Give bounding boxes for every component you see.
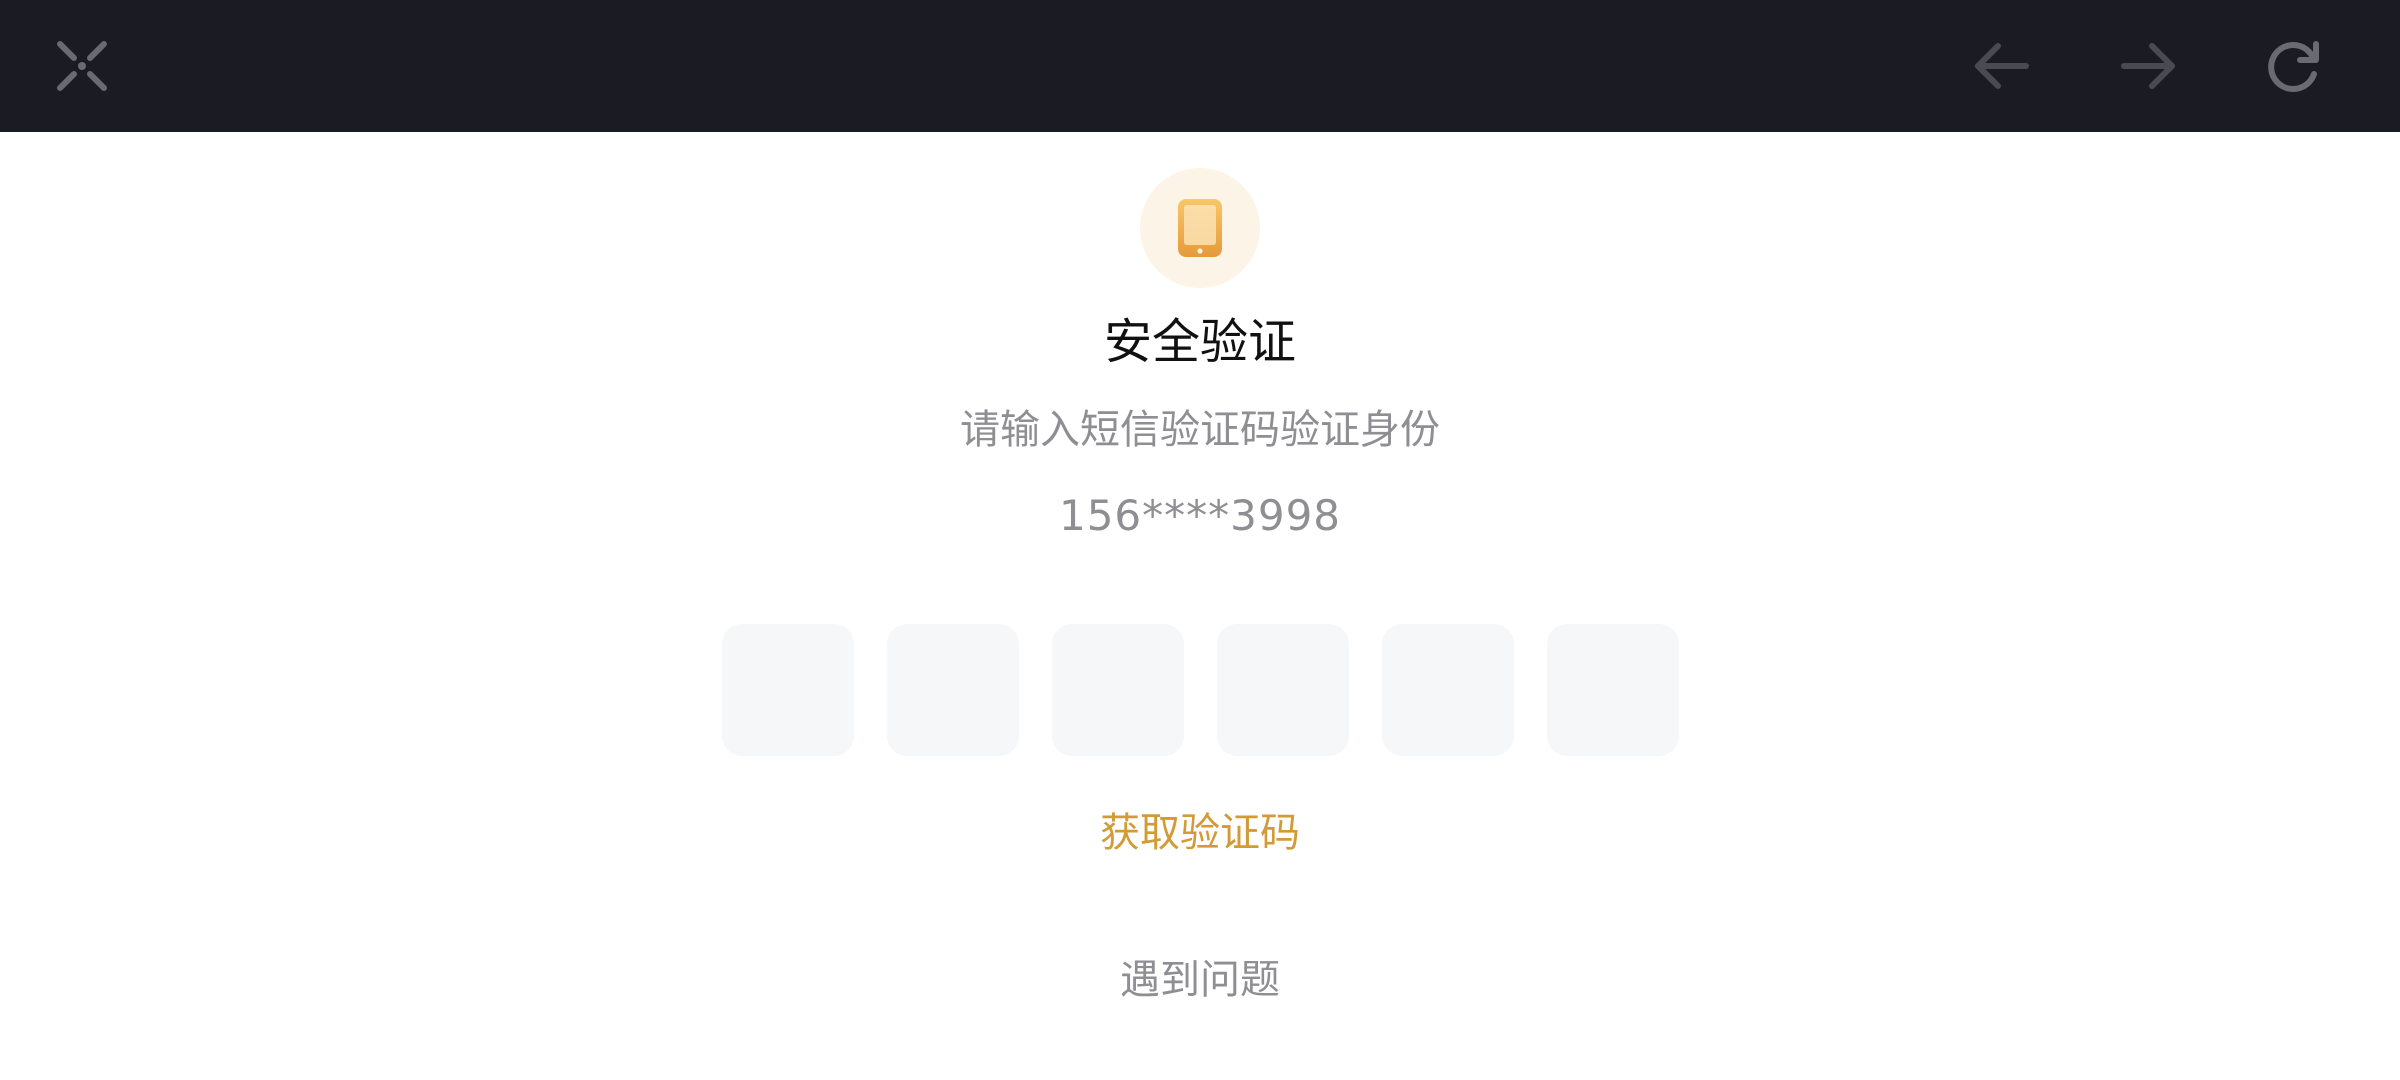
code-digit-2[interactable]	[887, 624, 1019, 756]
refresh-button[interactable]	[2254, 26, 2334, 106]
get-code-button[interactable]: 获取验证码	[1100, 805, 1300, 861]
code-digit-6[interactable]	[1547, 624, 1679, 756]
page-subtitle: 请输入短信验证码验证身份	[960, 407, 1440, 453]
code-digit-3[interactable]	[1052, 624, 1184, 756]
get-code-container: 获取验证码	[0, 805, 2400, 861]
code-input-row	[722, 624, 1679, 756]
help-container: 遇到问题	[0, 952, 2400, 1008]
back-button[interactable]	[1962, 26, 2042, 106]
verification-panel: 安全验证 请输入短信验证码验证身份 156****3998 获取验证码 遇到问题	[0, 132, 2400, 1080]
help-link[interactable]: 遇到问题	[1120, 952, 1280, 1008]
arrow-left-icon	[1975, 43, 2029, 89]
masked-phone-number: 156****3998	[1058, 491, 1342, 540]
refresh-icon	[2268, 41, 2319, 92]
code-digit-5[interactable]	[1382, 624, 1514, 756]
phone-badge	[1140, 168, 1260, 288]
arrow-right-icon	[2121, 43, 2175, 89]
forward-button[interactable]	[2108, 26, 2188, 106]
code-digit-1[interactable]	[722, 624, 854, 756]
code-digit-4[interactable]	[1217, 624, 1349, 756]
page-title: 安全验证	[1103, 314, 1296, 370]
close-x-icon	[57, 41, 107, 91]
close-button[interactable]	[42, 26, 122, 106]
phone-icon	[1178, 199, 1222, 257]
top-toolbar	[0, 0, 2400, 132]
